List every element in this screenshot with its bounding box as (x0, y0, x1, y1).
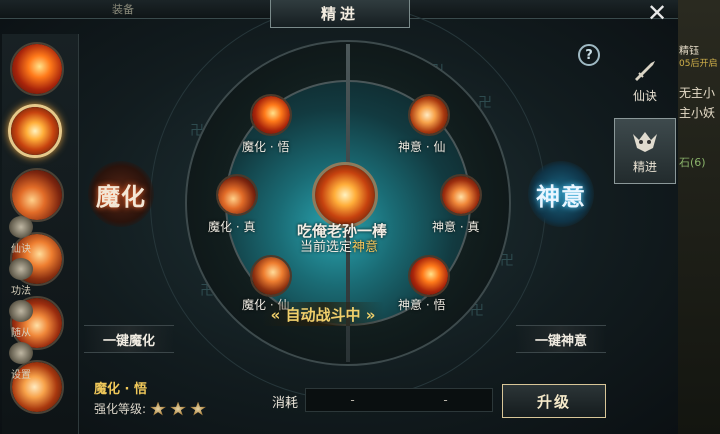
shenyi-mode-button[interactable]: 神意 (528, 161, 594, 227)
hud-label: 功法 (11, 286, 31, 297)
page-title: 精进 (270, 0, 410, 28)
node-label: 神意 · 悟 (398, 298, 446, 312)
fire-skill-icon (252, 96, 290, 134)
node-label: 魔化 · 悟 (242, 140, 290, 154)
skill-slot-1[interactable] (10, 42, 64, 96)
hud-label: 仙诀 (11, 244, 31, 255)
cost-box: - - (305, 388, 493, 412)
level-row: 强化等级: (94, 400, 207, 417)
tab-label: 仙诀 (632, 89, 657, 103)
fire-skill-icon (252, 257, 290, 295)
fire-skill-icon (442, 176, 480, 214)
close-icon: ✕ (646, 0, 668, 27)
current-selection: 当前选定神意 (300, 236, 378, 255)
demon-mask-icon (633, 132, 657, 152)
selected-node-name: 魔化 · 悟 (94, 382, 147, 397)
hud-text: 精钰 (679, 46, 699, 57)
auto-mohua-button[interactable]: 一键魔化 (84, 325, 174, 353)
current-selection-value: 神意 (352, 240, 379, 255)
tab-jingjin[interactable]: 精进 (614, 118, 676, 184)
skill-slot-3[interactable] (10, 168, 64, 222)
mohua-mode-button[interactable]: 魔化 (88, 161, 154, 227)
level-star-icon (190, 401, 207, 416)
fire-skill-icon (410, 96, 448, 134)
node-shenyi-wu[interactable] (408, 255, 450, 297)
auto-shenyi-button[interactable]: 一键神意 (516, 325, 606, 353)
tab-label: 精进 (632, 160, 657, 174)
gear-icon (9, 342, 33, 364)
center-skill-icon[interactable] (312, 162, 378, 228)
node-shenyi-zhen[interactable] (440, 174, 482, 216)
hud-settings[interactable]: 设置 (0, 342, 42, 381)
top-left-text: 装备 (112, 3, 134, 16)
current-selection-prefix: 当前选定 (300, 240, 353, 255)
cost-value: - (350, 393, 355, 407)
node-label: 神意 · 仙 (398, 140, 446, 154)
close-button[interactable]: ✕ (642, 0, 672, 27)
hud-text: 05后开启 (679, 59, 718, 69)
node-label: 神意 · 真 (432, 220, 480, 234)
hud-label: 设置 (11, 370, 31, 381)
fire-skill-icon (218, 176, 256, 214)
node-label: 魔化 · 真 (208, 220, 256, 234)
level-star-icon (150, 401, 167, 416)
xianjue-icon (9, 216, 33, 238)
hud-text: 石(6) (679, 156, 706, 169)
fire-skill-icon (12, 170, 62, 220)
hud-label: 随从 (11, 328, 31, 339)
hud-gongfa[interactable]: 功法 (0, 258, 42, 297)
fire-skill-icon (12, 44, 62, 94)
help-button[interactable]: ? (578, 44, 600, 66)
hud-xianjue[interactable]: 仙诀 (0, 216, 42, 255)
follower-icon (9, 300, 33, 322)
cost-value: - (443, 393, 448, 407)
gongfa-icon (9, 258, 33, 280)
skill-slot-2[interactable] (8, 104, 62, 158)
node-mohua-wu[interactable] (250, 94, 292, 136)
node-shenyi-xian[interactable] (408, 94, 450, 136)
hud-text: 无主小 (679, 86, 716, 100)
level-star-icon (170, 401, 187, 416)
sword-icon (635, 61, 655, 81)
tab-column: 仙诀 精进 (614, 40, 676, 200)
level-label: 强化等级: (94, 402, 147, 416)
node-mohua-zhen[interactable] (216, 174, 258, 216)
cost-label: 消耗 (272, 396, 299, 411)
auto-fight-toggle[interactable]: « 自动战斗中 » (262, 302, 384, 326)
node-mohua-xian[interactable] (250, 255, 292, 297)
fire-skill-icon (11, 107, 59, 155)
tab-xianjue[interactable]: 仙诀 (614, 46, 676, 112)
fire-skill-icon (410, 257, 448, 295)
upgrade-button[interactable]: 升级 (502, 384, 606, 418)
fire-skill-icon (315, 165, 375, 225)
hud-suicong[interactable]: 随从 (0, 300, 42, 339)
hud-text: 主小妖 (679, 106, 716, 120)
